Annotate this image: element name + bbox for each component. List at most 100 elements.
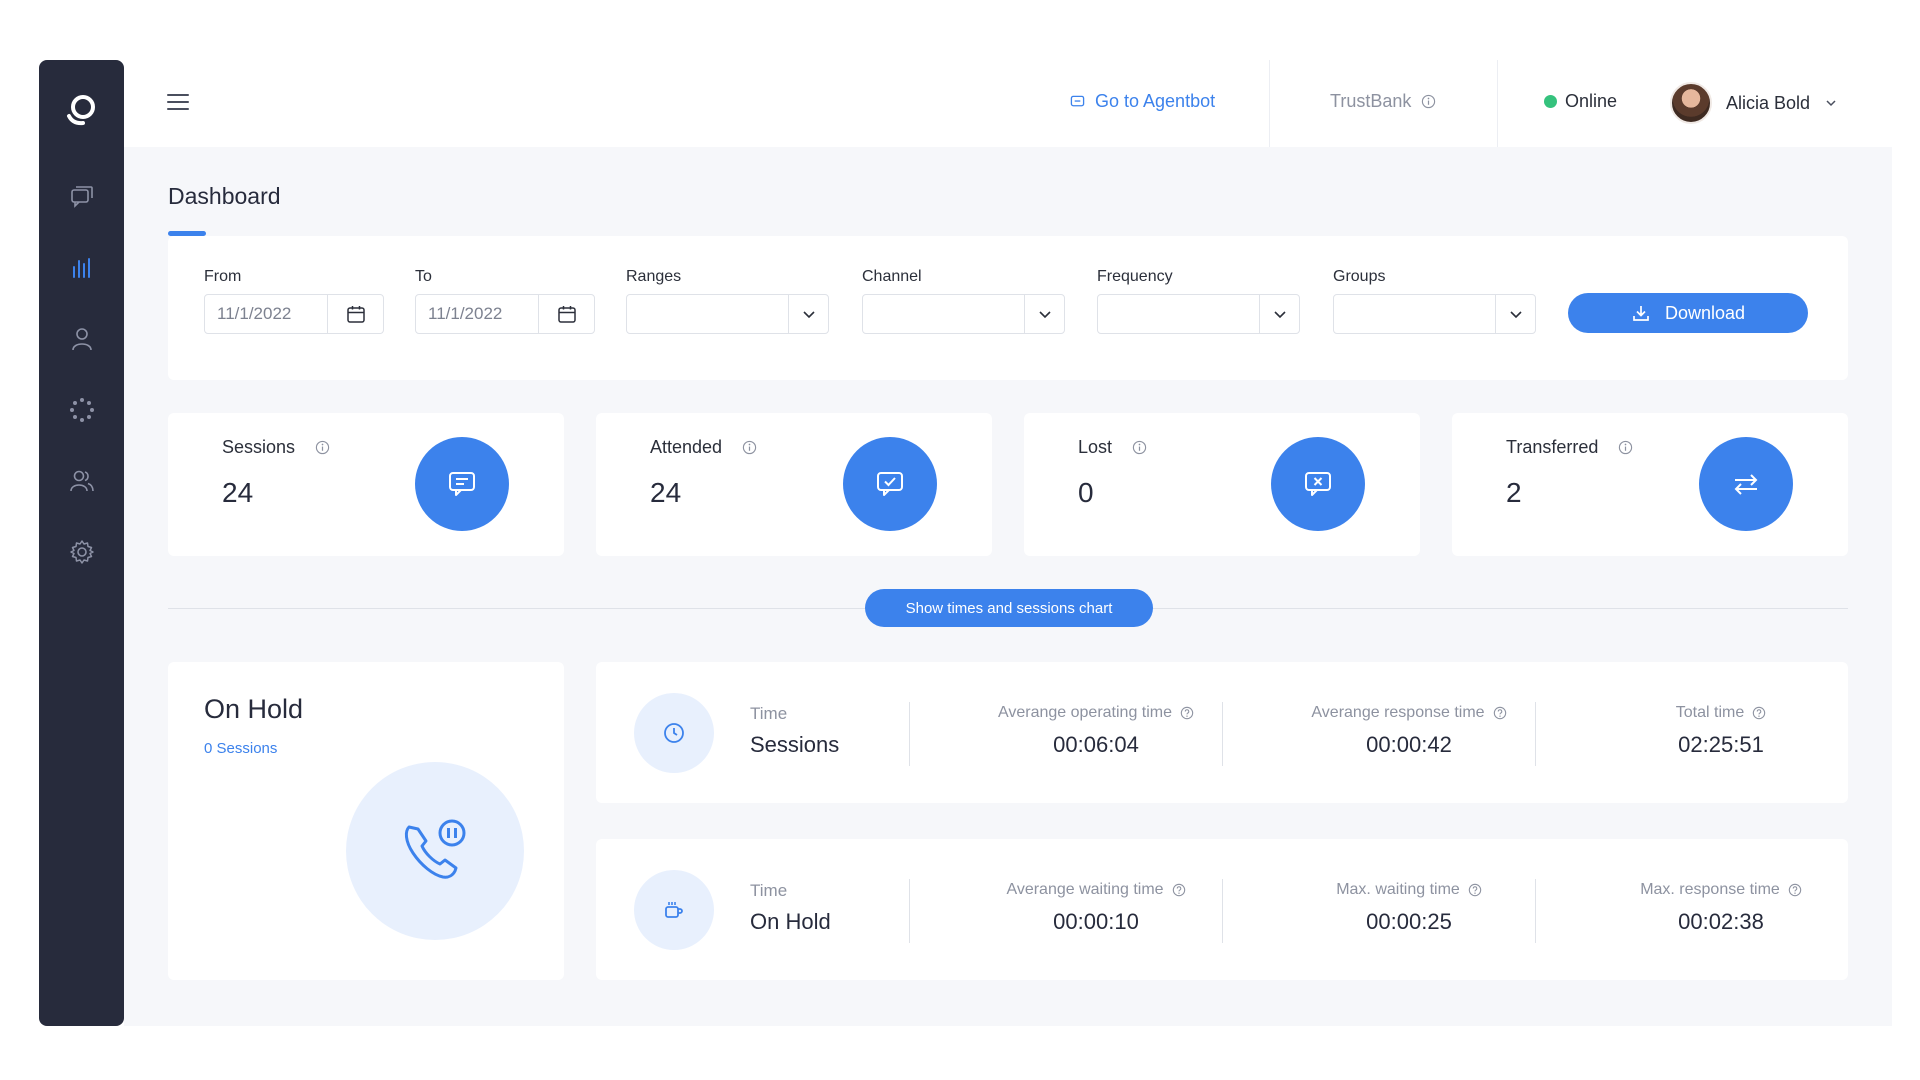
title-accent-bar bbox=[168, 231, 206, 236]
to-calendar-button[interactable] bbox=[538, 295, 594, 333]
download-label: Download bbox=[1664, 302, 1746, 323]
stat-label: Sessions bbox=[222, 437, 296, 457]
to-label: To bbox=[415, 268, 432, 285]
chat-bubbles-icon bbox=[71, 186, 93, 208]
metric-label: Max. response time bbox=[1640, 881, 1780, 898]
from-date-field[interactable]: 11/1/2022 bbox=[204, 294, 384, 334]
info-icon[interactable] bbox=[1132, 440, 1147, 455]
sidebar-item-conversations[interactable] bbox=[69, 184, 95, 210]
sidebar-item-integrations[interactable] bbox=[69, 397, 95, 423]
agentbot-label: Go to Agentbot bbox=[1095, 91, 1216, 111]
status-dot bbox=[1544, 95, 1557, 108]
frequency-label: Frequency bbox=[1097, 268, 1173, 285]
stat-value: 24 bbox=[222, 477, 254, 508]
metric-separator bbox=[1535, 702, 1536, 766]
metric-label: Averange waiting time bbox=[1006, 881, 1164, 898]
card-subtitle: Time bbox=[750, 881, 788, 900]
gear-icon bbox=[70, 540, 94, 564]
metric-separator bbox=[909, 702, 910, 766]
sidebar-item-contacts[interactable] bbox=[69, 326, 95, 352]
stat-label: Attended bbox=[650, 437, 723, 457]
metric-separator bbox=[1222, 879, 1223, 943]
stat-label: Transferred bbox=[1506, 437, 1599, 457]
metric-max-response-time: Max. response time 00:02:38 bbox=[1591, 881, 1851, 935]
metric-separator bbox=[909, 879, 910, 943]
metric-value: 00:02:38 bbox=[1678, 909, 1764, 934]
sidebar-item-dashboard[interactable] bbox=[69, 255, 95, 281]
from-date-value: 11/1/2022 bbox=[217, 304, 292, 323]
chevron-down-icon bbox=[802, 311, 815, 319]
download-button[interactable]: Download bbox=[1568, 293, 1808, 333]
info-icon[interactable] bbox=[742, 440, 757, 455]
chat-x-icon bbox=[1271, 437, 1365, 531]
stat-card-attended: Attended 24 bbox=[596, 413, 992, 556]
frequency-select[interactable] bbox=[1097, 294, 1300, 334]
coffee-cup-icon bbox=[634, 870, 714, 950]
transfer-arrows-icon bbox=[1699, 437, 1793, 531]
online-status-toggle[interactable]: Online bbox=[1544, 91, 1617, 112]
user-name: Alicia Bold bbox=[1726, 92, 1811, 113]
help-icon[interactable] bbox=[1172, 883, 1186, 897]
metric-value: 00:00:25 bbox=[1366, 909, 1452, 934]
info-icon[interactable] bbox=[315, 440, 330, 455]
metric-value: 00:06:04 bbox=[1053, 732, 1139, 757]
metric-value: 00:00:10 bbox=[1053, 909, 1139, 934]
user-menu[interactable]: Alicia Bold bbox=[1670, 82, 1838, 124]
status-label: Online bbox=[1565, 91, 1618, 111]
info-icon bbox=[1422, 94, 1436, 109]
help-icon[interactable] bbox=[1493, 706, 1507, 720]
main-area: Go to Agentbot TrustBank Online Alicia B… bbox=[124, 60, 1892, 1026]
dots-circle-icon bbox=[70, 398, 94, 422]
metric-avg-response-time: Averange response time 00:00:42 bbox=[1279, 704, 1539, 758]
stat-value: 0 bbox=[1078, 477, 1094, 508]
header-divider bbox=[1497, 60, 1498, 147]
from-calendar-button[interactable] bbox=[327, 295, 383, 333]
stat-card-sessions: Sessions 24 bbox=[168, 413, 564, 556]
to-date-value: 11/1/2022 bbox=[428, 304, 503, 323]
card-subtitle: Time bbox=[750, 704, 788, 723]
download-icon bbox=[1633, 306, 1649, 321]
clock-icon bbox=[634, 693, 714, 773]
metric-label: Averange operating time bbox=[997, 704, 1173, 721]
chat-small-icon bbox=[1070, 95, 1085, 107]
company-selector[interactable]: TrustBank bbox=[1330, 91, 1436, 112]
info-icon[interactable] bbox=[1618, 440, 1633, 455]
ranges-select[interactable] bbox=[626, 294, 829, 334]
show-chart-button[interactable]: Show times and sessions chart bbox=[865, 589, 1153, 627]
phone-pause-icon bbox=[346, 762, 524, 940]
app-logo-icon[interactable] bbox=[65, 92, 99, 126]
to-date-field[interactable]: 11/1/2022 bbox=[415, 294, 595, 334]
groups-label: Groups bbox=[1333, 268, 1386, 285]
calendar-icon bbox=[557, 306, 576, 323]
metric-total-time: Total time 02:25:51 bbox=[1591, 704, 1851, 758]
metric-avg-waiting-time: Averange waiting time 00:00:10 bbox=[966, 881, 1226, 935]
stat-label: Lost bbox=[1078, 437, 1113, 457]
ranges-label: Ranges bbox=[626, 268, 682, 285]
channel-select[interactable] bbox=[862, 294, 1065, 334]
hamburger-icon bbox=[167, 94, 189, 110]
users-icon bbox=[70, 470, 94, 492]
metric-separator bbox=[1535, 879, 1536, 943]
chevron-down-icon bbox=[1038, 311, 1051, 319]
groups-select[interactable] bbox=[1333, 294, 1536, 334]
stat-value: 2 bbox=[1506, 477, 1522, 508]
help-icon[interactable] bbox=[1788, 883, 1802, 897]
filters-panel: From 11/1/2022 To 11/1/2022 Ranges Chann… bbox=[168, 236, 1848, 380]
on-hold-sessions-link[interactable]: 0 Sessions bbox=[204, 740, 277, 757]
metric-avg-operating-time: Averange operating time 00:06:04 bbox=[966, 704, 1226, 758]
help-icon[interactable] bbox=[1752, 706, 1766, 720]
sidebar-item-settings[interactable] bbox=[69, 539, 95, 565]
help-icon[interactable] bbox=[1180, 706, 1194, 720]
metric-max-waiting-time: Max. waiting time 00:00:25 bbox=[1279, 881, 1539, 935]
go-to-agentbot-link[interactable]: Go to Agentbot bbox=[1070, 91, 1215, 112]
header-divider bbox=[1269, 60, 1270, 147]
chevron-down-icon bbox=[1826, 100, 1836, 107]
help-icon[interactable] bbox=[1468, 883, 1482, 897]
sidebar-item-agents[interactable] bbox=[69, 468, 95, 494]
hamburger-menu-button[interactable] bbox=[166, 92, 190, 112]
avatar bbox=[1670, 82, 1712, 124]
chevron-down-icon bbox=[1273, 311, 1286, 319]
stat-card-transferred: Transferred 2 bbox=[1452, 413, 1848, 556]
top-header: Go to Agentbot TrustBank Online Alicia B… bbox=[124, 60, 1892, 147]
stat-card-lost: Lost 0 bbox=[1024, 413, 1420, 556]
